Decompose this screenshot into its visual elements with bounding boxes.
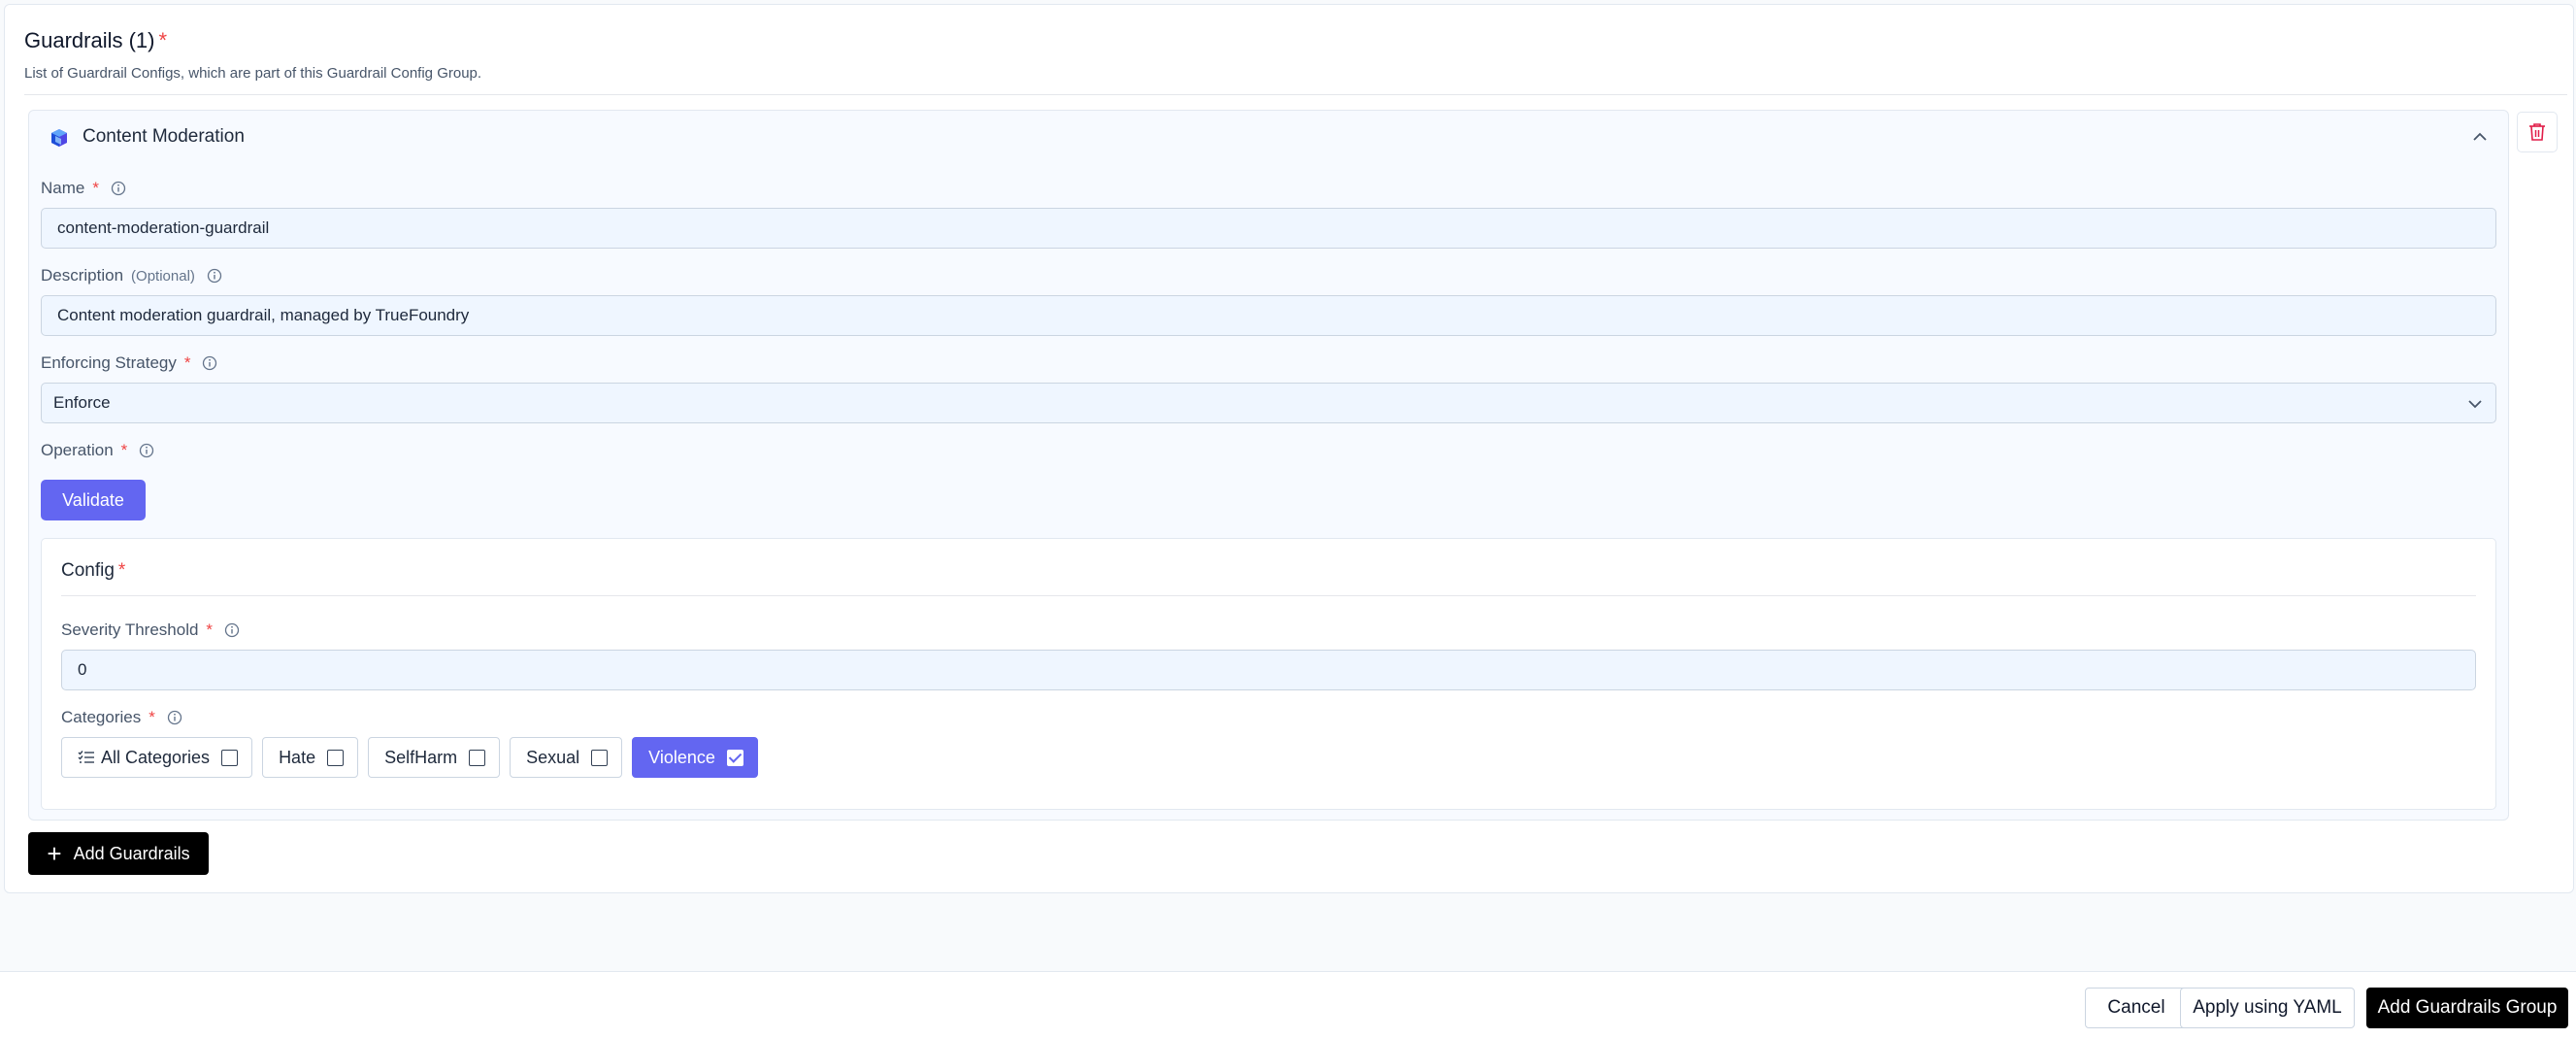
operation-label: Operation * <box>41 441 154 460</box>
category-sexual[interactable]: Sexual <box>510 737 623 778</box>
name-label-text: Name <box>41 179 85 197</box>
config-title-text: Config <box>61 560 115 581</box>
guardrails-card: Guardrails (1) * List of Guardrail Config… <box>4 4 2574 893</box>
chip-label: All Categories <box>101 747 211 767</box>
required-mark: * <box>183 353 191 372</box>
checkbox[interactable] <box>591 749 609 766</box>
required-mark: * <box>149 708 155 726</box>
category-hate[interactable]: Hate <box>262 737 359 778</box>
config-title: Config * <box>61 560 125 582</box>
enforcing-strategy-select[interactable]: Enforce <box>41 383 2496 423</box>
category-all-categories[interactable]: All Categories <box>61 737 253 778</box>
cancel-button[interactable]: Cancel <box>2085 988 2188 1028</box>
guardrail-panel: Content Moderation Name * content-moderat… <box>28 110 2509 821</box>
config-box: Config * Severity Threshold * 0 Categories… <box>41 538 2496 810</box>
required-mark: * <box>117 560 126 581</box>
name-input[interactable]: content-moderation-guardrail <box>41 208 2496 249</box>
info-icon[interactable] <box>139 443 154 458</box>
checkbox-checked[interactable] <box>726 749 743 766</box>
section-divider <box>24 94 2567 95</box>
checkbox[interactable] <box>327 749 345 766</box>
description-input[interactable]: Content moderation guardrail, managed by… <box>41 295 2496 336</box>
categories-label-text: Categories <box>61 708 142 726</box>
trash-icon <box>2529 123 2545 141</box>
section-title: Guardrails (1) * <box>24 28 167 53</box>
section-subtitle: List of Guardrail Configs, which are par… <box>24 65 482 82</box>
info-icon[interactable] <box>202 355 217 371</box>
optional-tag: (Optional) <box>131 267 195 285</box>
add-guardrails-button[interactable]: + Add Guardrails <box>28 832 209 875</box>
chip-label: Hate <box>279 747 316 767</box>
name-label: Name * <box>41 179 126 198</box>
operation-label-text: Operation <box>41 441 114 459</box>
add-guardrails-label: Add Guardrails <box>73 843 190 863</box>
info-icon[interactable] <box>167 710 182 725</box>
chevron-up-icon[interactable] <box>2471 130 2489 144</box>
plus-icon: + <box>47 839 62 868</box>
info-icon[interactable] <box>224 622 240 638</box>
enforcing-strategy-label: Enforcing Strategy * <box>41 353 217 373</box>
content-moderation-logo-icon <box>51 129 67 147</box>
chip-label: SelfHarm <box>384 747 458 767</box>
validate-button[interactable]: Validate <box>41 480 146 520</box>
categories-label: Categories * <box>61 708 182 727</box>
severity-threshold-label-text: Severity Threshold <box>61 620 199 639</box>
enforcing-strategy-label-text: Enforcing Strategy <box>41 353 177 372</box>
required-mark: * <box>92 179 99 197</box>
required-mark: * <box>206 620 214 639</box>
delete-guardrail-button[interactable] <box>2517 112 2558 152</box>
category-selfharm[interactable]: SelfHarm <box>368 737 501 778</box>
footer-bar: Cancel Apply using YAML Add Guardrails G… <box>0 971 2576 1039</box>
guardrail-panel-title: Content Moderation <box>83 126 245 147</box>
apply-yaml-button[interactable]: Apply using YAML <box>2180 988 2355 1028</box>
chevron-down-icon <box>2468 400 2482 409</box>
category-violence[interactable]: Violence <box>632 737 758 778</box>
required-mark: * <box>120 441 128 459</box>
chip-label: Violence <box>648 747 715 767</box>
description-label-text: Description <box>41 266 124 285</box>
severity-threshold-label: Severity Threshold * <box>61 620 240 640</box>
section-title-text: Guardrails (1) <box>24 28 155 52</box>
info-icon[interactable] <box>111 181 126 196</box>
list-check-icon <box>78 751 94 763</box>
info-icon[interactable] <box>207 268 222 284</box>
chip-label: Sexual <box>526 747 580 767</box>
description-label: Description (Optional) <box>41 266 222 285</box>
severity-threshold-input[interactable]: 0 <box>61 650 2476 690</box>
checkbox[interactable] <box>221 749 239 766</box>
add-guardrails-group-button[interactable]: Add Guardrails Group <box>2366 988 2568 1028</box>
required-mark: * <box>158 28 168 52</box>
guardrail-panel-header[interactable]: Content Moderation <box>29 111 2508 161</box>
checkbox[interactable] <box>469 749 486 766</box>
category-chips: All Categories Hate SelfHarm Sexual Viol… <box>61 737 758 778</box>
enforcing-strategy-value: Enforce <box>53 393 111 412</box>
config-divider <box>61 595 2476 596</box>
